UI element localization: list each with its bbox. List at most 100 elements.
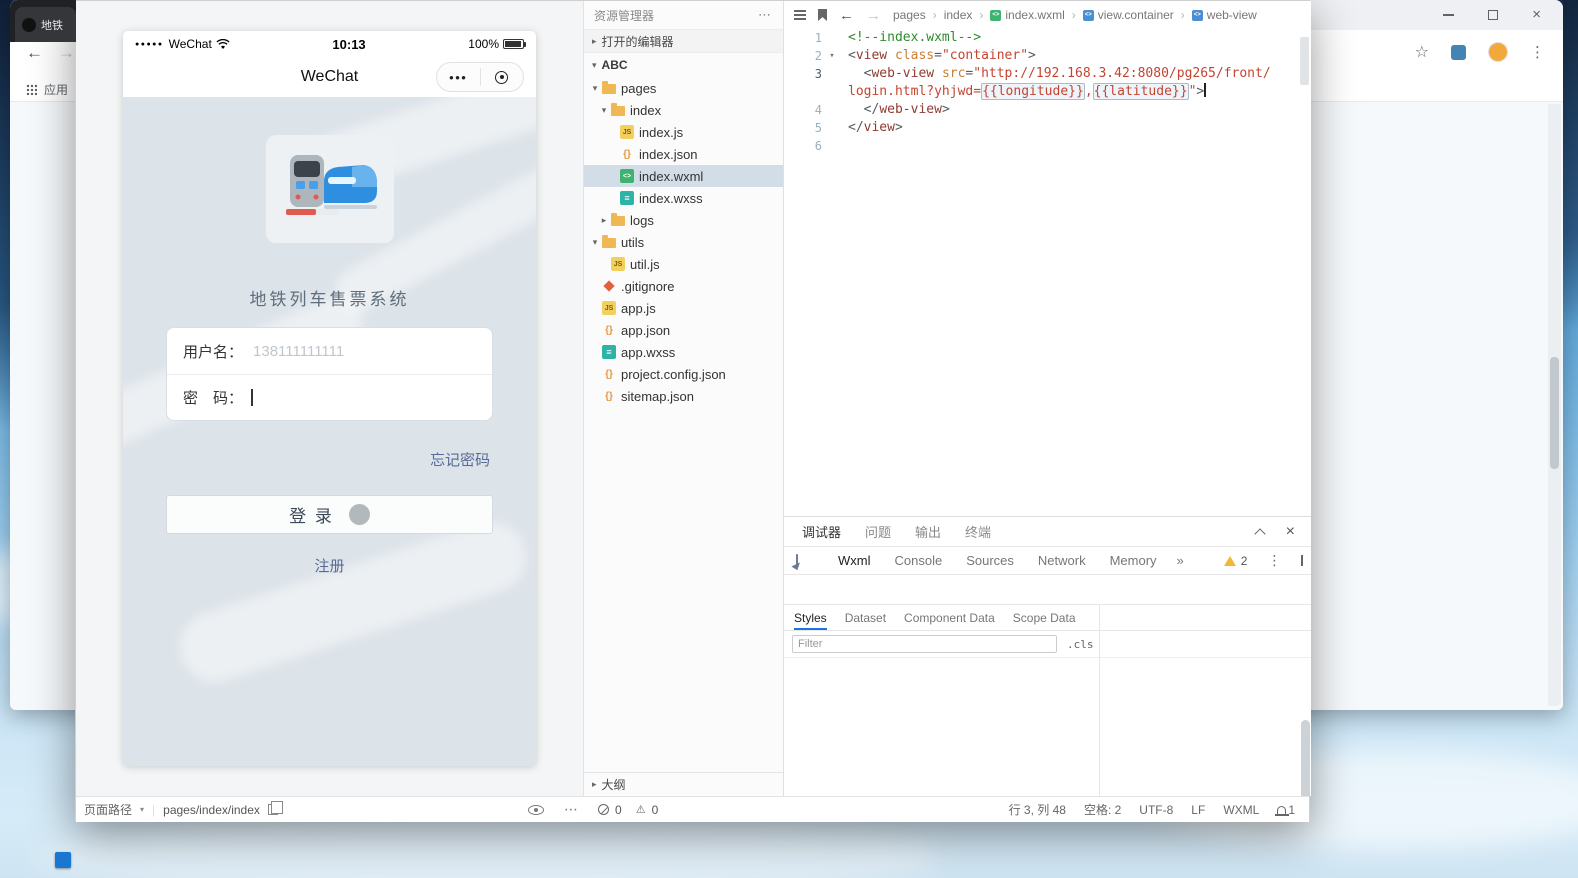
tree-item-app.wxss[interactable]: ≡app.wxss (584, 341, 783, 363)
styles-tab-Scope Data[interactable]: Scope Data (1013, 605, 1076, 630)
styles-tab-Dataset[interactable]: Dataset (845, 605, 886, 630)
language-mode[interactable]: WXML (1223, 803, 1259, 817)
debugger-tab-调试器[interactable]: 调试器 (802, 522, 841, 541)
collapse-icon[interactable] (1254, 528, 1265, 539)
browser-tab[interactable]: 地铁 (15, 7, 76, 42)
back-arrow-icon[interactable]: ← (26, 43, 43, 63)
tree-item-util.js[interactable]: JSutil.js (584, 253, 783, 275)
devtools-tab-Console[interactable]: Console (895, 553, 943, 568)
bookmark-star-icon[interactable]: ☆ (1415, 42, 1429, 62)
tree-item-sitemap.json[interactable]: {}sitemap.json (584, 385, 783, 407)
encoding[interactable]: UTF-8 (1139, 803, 1173, 817)
tree-item-index.json[interactable]: {}index.json (584, 143, 783, 165)
devtools-tab-Network[interactable]: Network (1038, 553, 1086, 568)
close-target-button[interactable] (481, 71, 524, 84)
tree-item-app.json[interactable]: {}app.json (584, 319, 783, 341)
chevron-right-icon[interactable]: ▸ (597, 215, 611, 226)
code-line[interactable]: 1<!--index.wxml--> (784, 29, 1297, 47)
outline-section[interactable]: ▸ 大纲 (584, 772, 783, 796)
explorer-more-icon[interactable]: ⋯ (758, 7, 771, 23)
more-icon[interactable]: ⋯ (564, 801, 578, 818)
scrollbar-thumb[interactable] (1300, 37, 1309, 85)
code-line[interactable]: login.html?yhjwd={{longitude}},{{latitud… (784, 83, 1297, 101)
warnings-badge[interactable]: 2 (1224, 554, 1248, 568)
styles-tab-Component Data[interactable]: Component Data (904, 605, 995, 630)
browser-scrollbar[interactable] (1548, 104, 1561, 706)
apps-label[interactable]: 应用 (44, 81, 68, 98)
notifications[interactable]: 1 (1277, 803, 1295, 817)
tree-item-pages[interactable]: ▾pages (584, 77, 783, 99)
tree-item-.gitignore[interactable]: .gitignore (584, 275, 783, 297)
pane-divider[interactable] (1099, 605, 1100, 796)
menu-dots-icon[interactable]: ••• (437, 70, 480, 85)
chevron-down-icon[interactable]: ▾ (588, 83, 602, 94)
minimize-icon[interactable] (1443, 14, 1454, 16)
eol-type[interactable]: LF (1191, 803, 1205, 817)
cls-toggle[interactable]: .cls (1067, 638, 1094, 651)
overflow-icon[interactable]: » (1177, 553, 1184, 568)
breadcrumb-item-index.wxml[interactable]: <>index.wxml (990, 8, 1064, 22)
devtools-menu-icon[interactable]: ⋮ (1267, 552, 1281, 569)
fold-icon[interactable]: ▾ (824, 47, 840, 65)
debugger-tab-输出[interactable]: 输出 (915, 522, 941, 541)
tree-item-project.config.json[interactable]: {}project.config.json (584, 363, 783, 385)
close-icon[interactable]: × (1286, 526, 1295, 538)
chevron-down-icon[interactable]: ▾ (597, 105, 611, 116)
browser-menu-icon[interactable]: ⋮ (1530, 43, 1545, 61)
problem-counts[interactable]: 0 ⚠ 0 (598, 797, 658, 822)
bookmark-icon[interactable] (818, 9, 827, 21)
copy-icon[interactable] (268, 804, 278, 815)
breadcrumb-item-view.container[interactable]: <>view.container (1083, 8, 1174, 22)
register-link[interactable]: 注册 (123, 555, 536, 576)
apps-grid-icon[interactable] (26, 84, 37, 95)
inspect-icon[interactable] (796, 554, 798, 567)
maximize-icon[interactable] (1488, 10, 1498, 20)
chevron-down-icon[interactable]: ▾ (588, 237, 602, 248)
forgot-password-link[interactable]: 忘记密码 (430, 449, 490, 470)
nav-back-icon[interactable]: ← (839, 7, 854, 24)
code-line[interactable]: 2▾<view class="container"> (784, 47, 1297, 65)
tree-item-utils[interactable]: ▾utils (584, 231, 783, 253)
tree-item-index[interactable]: ▾index (584, 99, 783, 121)
styles-filter-input[interactable] (792, 635, 1057, 653)
username-input[interactable]: 用户名： 138111111111 (167, 328, 492, 374)
eye-icon[interactable] (528, 805, 544, 815)
open-editors-section[interactable]: ▸ 打开的编辑器 (584, 29, 783, 53)
debugger-tab-终端[interactable]: 终端 (965, 522, 991, 541)
code-line[interactable]: 5</view> (784, 119, 1297, 137)
tree-item-index.wxml[interactable]: <>index.wxml (584, 165, 783, 187)
password-input[interactable]: 密 码： (167, 374, 492, 420)
devtools-tab-Wxml[interactable]: Wxml (838, 553, 871, 568)
tree-item-index.js[interactable]: JSindex.js (584, 121, 783, 143)
avatar[interactable] (1488, 42, 1508, 62)
forward-arrow-icon[interactable]: → (58, 43, 75, 63)
extension-icon[interactable] (1451, 45, 1466, 60)
tree-item-app.js[interactable]: JSapp.js (584, 297, 783, 319)
tree-item-index.wxss[interactable]: ≡index.wxss (584, 187, 783, 209)
project-section[interactable]: ▾ ABC (584, 53, 783, 77)
breadcrumb-item-pages[interactable]: pages (893, 8, 926, 22)
outline-list-icon[interactable] (794, 10, 806, 12)
indentation[interactable]: 空格: 2 (1084, 801, 1121, 818)
tree-item-logs[interactable]: ▸logs (584, 209, 783, 231)
devtools-tab-Memory[interactable]: Memory (1110, 553, 1157, 568)
chevron-down-icon[interactable]: ▾ (140, 805, 144, 814)
desktop-icon[interactable] (55, 852, 71, 868)
scrollbar-thumb[interactable] (1550, 357, 1559, 469)
close-icon[interactable]: × (1532, 10, 1541, 20)
styles-tab-Styles[interactable]: Styles (794, 605, 827, 630)
dock-icon[interactable] (1301, 555, 1303, 566)
code-line[interactable]: 4 </web-view> (784, 101, 1297, 119)
devtools-tab-Sources[interactable]: Sources (966, 553, 1014, 568)
cursor-position[interactable]: 行 3, 列 48 (1009, 801, 1066, 818)
breadcrumb-item-index[interactable]: index (944, 8, 973, 22)
code-line[interactable]: 6 (784, 137, 1297, 155)
login-button[interactable]: 登 录 (166, 495, 493, 534)
nav-forward-icon[interactable]: → (866, 7, 881, 24)
editor-scrollbar[interactable] (1299, 31, 1310, 514)
debugger-tab-问题[interactable]: 问题 (865, 522, 891, 541)
code-line[interactable]: 3 <web-view src="http://192.168.3.42:808… (784, 65, 1297, 83)
code-area[interactable]: 1<!--index.wxml-->2▾<view class="contain… (784, 29, 1297, 516)
breadcrumb-item-web-view[interactable]: <>web-view (1192, 8, 1257, 22)
page-path-label[interactable]: 页面路径 (84, 801, 132, 818)
